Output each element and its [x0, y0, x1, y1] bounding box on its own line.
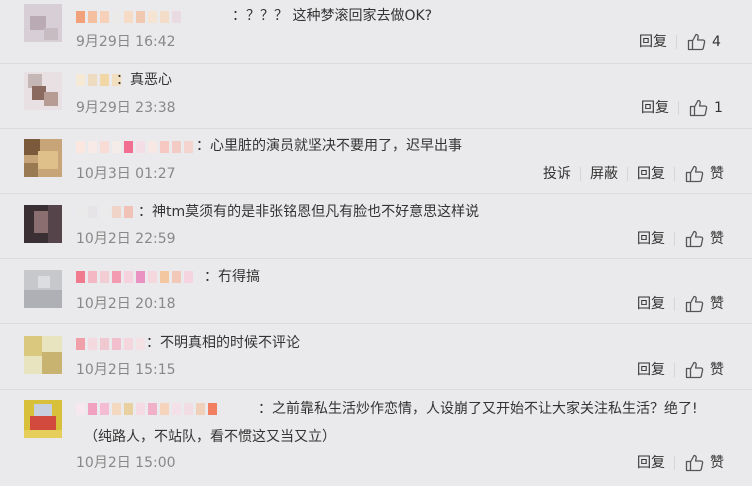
comment-list: ：？？？ 这种梦滚回家去做OK? 9月29日 16:42 回复 4 ：真恶心 9…: [0, 0, 752, 486]
like-label: 赞: [710, 166, 724, 182]
like-button[interactable]: 4: [677, 33, 722, 51]
comment-text: ：心里脏的演员就坚决不要用了，迟早出事: [196, 138, 462, 154]
report-button[interactable]: 投诉: [534, 165, 580, 183]
username[interactable]: [76, 268, 196, 286]
comment-actions: 回复 赞: [628, 454, 724, 472]
comment-text: ：不明真相的时候不评论: [146, 335, 300, 351]
like-button[interactable]: 赞: [675, 230, 724, 248]
thumbs-up-icon: [689, 99, 709, 117]
comment-text-continued: （纯路人，不站队，看不惯这又当又立）: [84, 429, 336, 445]
thumbs-up-icon: [687, 33, 707, 51]
comment-actions: 回复 赞: [628, 230, 724, 248]
reply-button[interactable]: 回复: [628, 361, 674, 379]
username[interactable]: [76, 8, 184, 26]
comment-time: 9月29日 23:38: [76, 100, 176, 116]
thumbs-up-icon: [685, 165, 705, 183]
comment-time: 10月2日 22:59: [76, 231, 176, 247]
comment-item: ：真恶心 9月29日 23:38 回复 1: [0, 64, 752, 129]
comment-item: ：？？？ 这种梦滚回家去做OK? 9月29日 16:42 回复 4: [0, 0, 752, 64]
comment-text: ：？？？ 这种梦滚回家去做OK?: [232, 8, 433, 24]
avatar[interactable]: [24, 139, 62, 177]
comment-text: ：真恶心: [116, 72, 172, 88]
thumbs-up-icon: [685, 454, 705, 472]
comment-time: 9月29日 16:42: [76, 34, 176, 50]
username[interactable]: [76, 203, 136, 221]
username[interactable]: [76, 335, 148, 353]
reply-button[interactable]: 回复: [628, 165, 674, 183]
like-label: 赞: [710, 296, 724, 312]
like-button[interactable]: 赞: [675, 295, 724, 313]
comment-item: ：不明真相的时候不评论 10月2日 15:15 回复 赞: [0, 324, 752, 390]
like-count: 4: [712, 34, 721, 50]
avatar[interactable]: [24, 72, 62, 110]
reply-button[interactable]: 回复: [628, 454, 674, 472]
comment-time: 10月2日 20:18: [76, 296, 176, 312]
reply-button[interactable]: 回复: [632, 99, 678, 117]
username[interactable]: [76, 400, 220, 418]
reply-button[interactable]: 回复: [630, 33, 676, 51]
comment-item: ：心里脏的演员就坚决不要用了，迟早出事 10月3日 01:27 投诉 屏蔽 回复…: [0, 129, 752, 194]
like-label: 赞: [710, 231, 724, 247]
comment-actions: 回复 赞: [628, 295, 724, 313]
like-label: 赞: [710, 362, 724, 378]
comment-text: ：神tm莫须有的是非张铭恩但凡有脸也不好意思这样说: [138, 204, 480, 220]
avatar[interactable]: [24, 270, 62, 308]
comment-item: ：冇得搞 10月2日 20:18 回复 赞: [0, 259, 752, 324]
thumbs-up-icon: [685, 295, 705, 313]
comment-time: 10月3日 01:27: [76, 166, 176, 182]
like-button[interactable]: 赞: [675, 165, 724, 183]
comment-item: ：神tm莫须有的是非张铭恩但凡有脸也不好意思这样说 10月2日 22:59 回复…: [0, 194, 752, 259]
like-count: 1: [714, 100, 723, 116]
like-button[interactable]: 赞: [675, 454, 724, 472]
thumbs-up-icon: [685, 361, 705, 379]
like-label: 赞: [710, 455, 724, 471]
avatar[interactable]: [24, 205, 62, 243]
comment-time: 10月2日 15:15: [76, 362, 176, 378]
avatar[interactable]: [24, 336, 62, 374]
block-button[interactable]: 屏蔽: [581, 165, 627, 183]
reply-button[interactable]: 回复: [628, 230, 674, 248]
thumbs-up-icon: [685, 230, 705, 248]
avatar[interactable]: [24, 400, 62, 438]
comment-actions: 回复 赞: [628, 361, 724, 379]
reply-button[interactable]: 回复: [628, 295, 674, 313]
comment-text: ：冇得搞: [204, 269, 260, 285]
comment-actions: 投诉 屏蔽 回复 赞: [534, 165, 724, 183]
comment-time: 10月2日 15:00: [76, 455, 176, 471]
comment-item: ：之前靠私生活炒作恋情，人设崩了又开始不让大家关注私生活？绝了! （纯路人，不站…: [0, 390, 752, 486]
like-button[interactable]: 赞: [675, 361, 724, 379]
username[interactable]: [76, 138, 196, 156]
avatar[interactable]: [24, 4, 62, 42]
comment-actions: 回复 1: [632, 99, 724, 117]
comment-text: ：之前靠私生活炒作恋情，人设崩了又开始不让大家关注私生活？绝了!: [258, 401, 698, 417]
like-button[interactable]: 1: [679, 99, 724, 117]
comment-actions: 回复 4: [630, 33, 722, 51]
